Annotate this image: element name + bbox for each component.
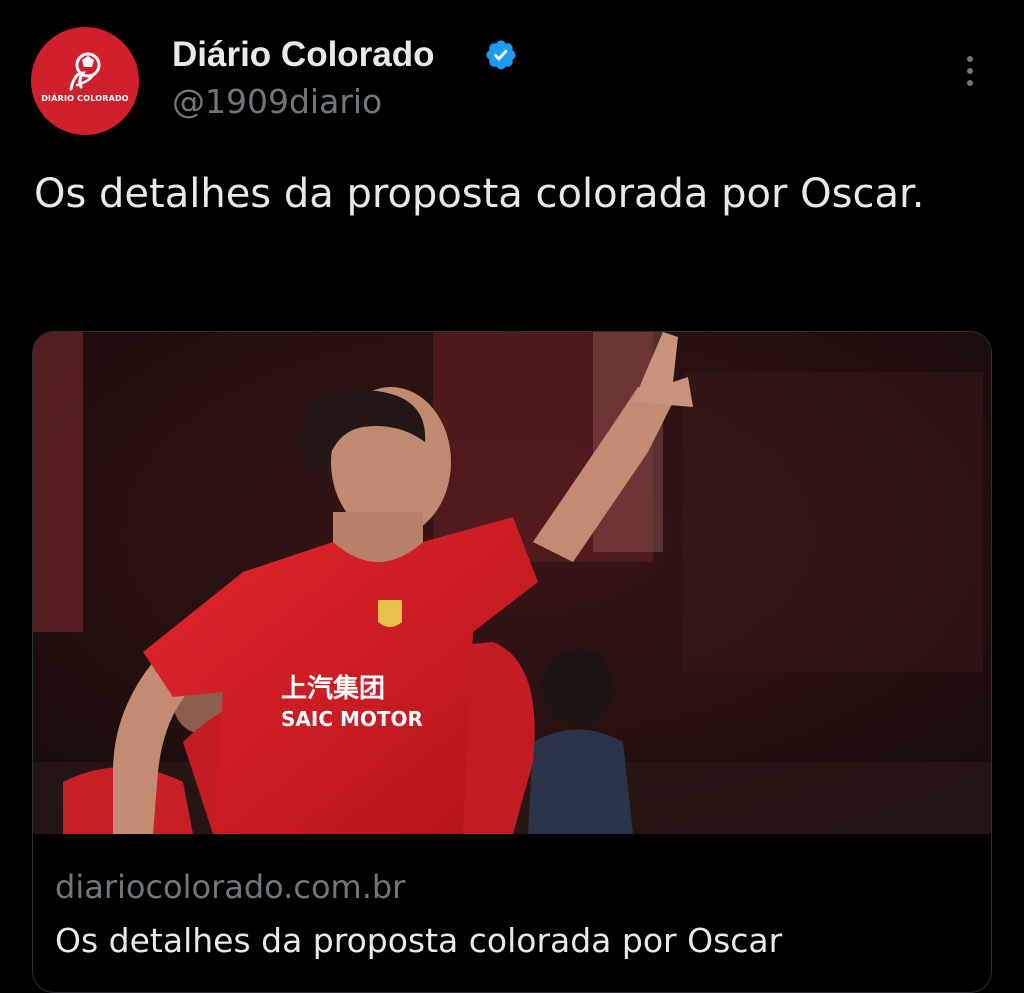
ball-logo-icon: [69, 52, 101, 91]
card-image: 上汽集团 SAIC MOTOR: [33, 332, 991, 834]
author-display-name[interactable]: Diário Colorado: [172, 34, 435, 76]
tweet-text: Os detalhes da proposta colorada por Osc…: [34, 171, 925, 217]
card-footer[interactable]: diariocolorado.com.br Os detalhes da pro…: [33, 834, 991, 992]
more-vertical-icon[interactable]: [955, 52, 985, 90]
author-handle[interactable]: @1909diario: [172, 82, 382, 122]
card-title: Os detalhes da proposta colorada por Osc…: [55, 921, 783, 960]
jersey-sponsor: SAIC MOTOR: [281, 707, 423, 731]
avatar[interactable]: DIÁRIO COLORADO: [31, 27, 139, 135]
avatar-logo-text: DIÁRIO COLORADO: [41, 94, 129, 103]
link-preview-card[interactable]: 上汽集团 SAIC MOTOR diariocolorado.com.br Os…: [32, 331, 992, 993]
verified-badge-icon[interactable]: [484, 38, 518, 72]
jersey-sponsor-cn: 上汽集团: [281, 673, 385, 704]
card-domain: diariocolorado.com.br: [55, 868, 406, 906]
